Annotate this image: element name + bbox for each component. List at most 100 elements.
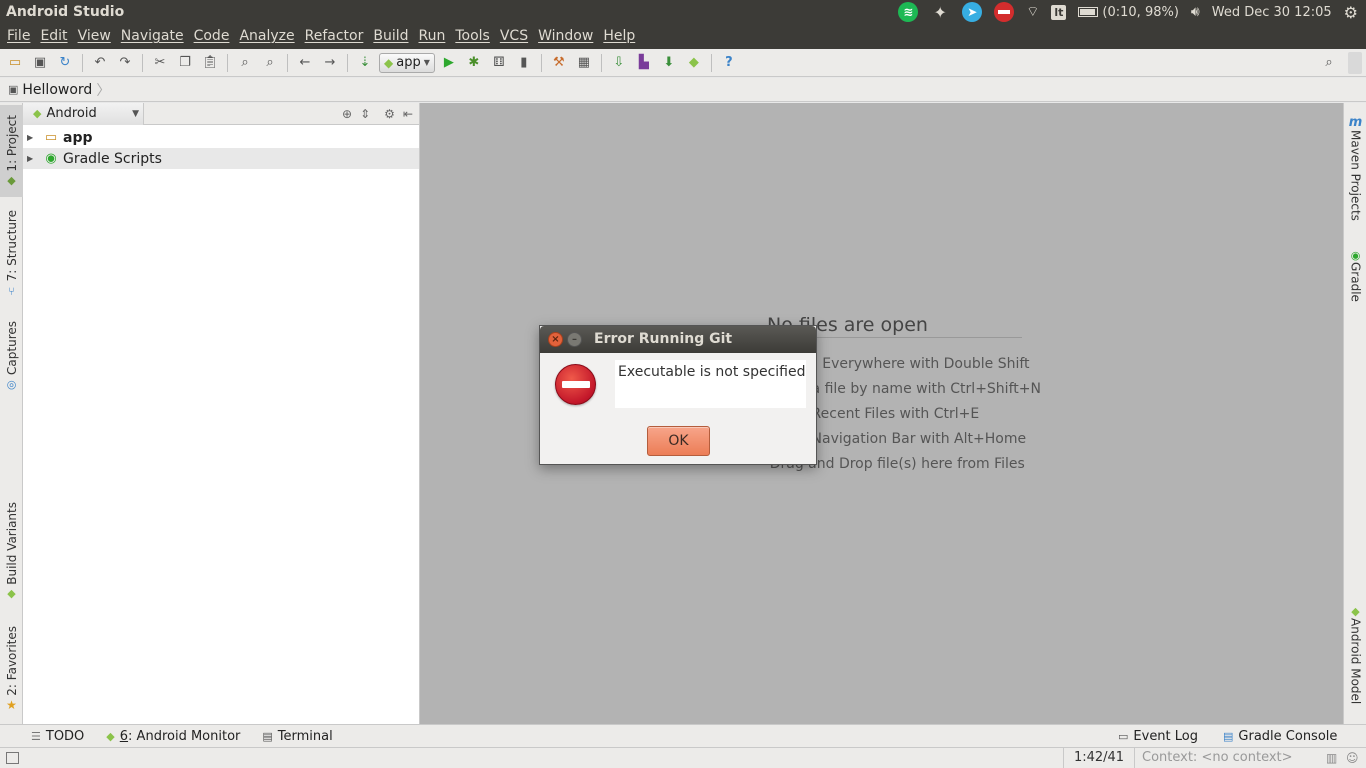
project-view-select[interactable]: ◆ Android ▼ — [23, 102, 144, 125]
minimize-icon[interactable]: – — [567, 332, 582, 347]
project-module-icon: ▣ — [8, 83, 19, 96]
status-bar: 1:42/41 Context: <no context> ▥ ☺ — [0, 747, 1366, 768]
battery-icon — [1078, 7, 1099, 17]
toolbar-separator — [287, 53, 288, 72]
save-all-icon[interactable]: ▣ — [29, 52, 51, 74]
menu-refactor[interactable]: Refactor — [300, 24, 369, 49]
redo-icon[interactable]: ↷ — [114, 52, 136, 74]
find-icon[interactable]: ⌕ — [234, 52, 256, 74]
collapse-all-icon[interactable]: ⇕ — [360, 107, 370, 121]
tab-gradle[interactable]: ◉ Gradle — [1344, 249, 1366, 302]
android-icon: ◆ — [106, 729, 115, 743]
tab-project[interactable]: 1: Project ◆ — [0, 105, 23, 197]
menu-edit[interactable]: Edit — [35, 24, 72, 49]
tab-android-monitor[interactable]: ◆ 6: Android Monitor — [95, 725, 251, 748]
left-tool-strip: 1: Project ◆ 7: Structure ⑂ Captures ◎ B… — [0, 103, 23, 724]
system-tray: ≋ ✦ ➤ ⌔ lt (0:10, 98%) 🔊︎ Wed Dec 30 12:… — [898, 0, 1366, 24]
android-icon: ◆ — [384, 55, 394, 70]
back-icon[interactable]: ← — [294, 52, 316, 74]
close-icon[interactable]: × — [548, 332, 563, 347]
keyboard-layout-indicator[interactable]: lt — [1051, 4, 1067, 20]
run-icon[interactable]: ▶ — [438, 52, 460, 74]
avd-manager-icon[interactable]: ▦ — [573, 52, 595, 74]
chevron-down-icon: ▼ — [423, 58, 430, 67]
todo-icon: ☰ — [31, 729, 41, 743]
toolbar-scrollbar[interactable] — [1348, 51, 1362, 74]
wifi-icon[interactable]: ⌔ — [1026, 3, 1039, 21]
menu-navigate[interactable]: Navigate — [116, 24, 189, 49]
navigation-bar: ▣ Helloword 〉 — [0, 78, 1366, 102]
paste-icon[interactable]: 📋︎ — [199, 52, 221, 74]
tool-windows-toggle-icon[interactable] — [6, 752, 19, 764]
volume-icon[interactable]: 🔊︎ — [1191, 4, 1200, 20]
expand-arrow-icon[interactable]: ▶ — [27, 133, 37, 142]
spotify-icon[interactable]: ≋ — [898, 2, 919, 22]
tab-todo[interactable]: ☰ TODO — [20, 725, 95, 748]
lock-icon[interactable]: ▥ — [1326, 751, 1337, 765]
caret-position[interactable]: 1:42/41 — [1063, 748, 1135, 768]
tab-event-log[interactable]: ▭ Event Log — [1107, 725, 1209, 748]
do-not-disturb-icon[interactable] — [994, 2, 1015, 22]
settings-gear-icon[interactable]: ⚙ — [384, 107, 395, 121]
copy-icon[interactable]: ❐ — [174, 52, 196, 74]
tree-item-app[interactable]: ▶ ▭ app — [23, 127, 419, 148]
attach-debugger-icon[interactable]: ⚅ — [488, 52, 510, 74]
menu-code[interactable]: Code — [189, 24, 235, 49]
dialog-titlebar[interactable]: × – Error Running Git — [540, 326, 816, 353]
tab-gradle-console[interactable]: ▤ Gradle Console — [1212, 725, 1348, 748]
tab-build-variants[interactable]: Build Variants ◆ — [0, 499, 23, 603]
gradle-sync-icon[interactable]: ⇩ — [608, 52, 630, 74]
tab-android-model[interactable]: ◆ Android Model — [1344, 605, 1366, 704]
tree-item-gradle-scripts[interactable]: ▶ ◉ Gradle Scripts — [23, 148, 419, 169]
project-tool-window: ◆ Android ▼ ⊕ ⇕ ⚙ ⇤ ▶ ▭ app ▶ ◉ Gradle S… — [23, 102, 420, 724]
undo-icon[interactable]: ↶ — [89, 52, 111, 74]
menu-view[interactable]: View — [73, 24, 116, 49]
tab-maven-projects[interactable]: m Maven Projects — [1344, 115, 1366, 221]
menu-window[interactable]: Window — [533, 24, 598, 49]
project-structure-icon[interactable]: ⚒ — [548, 52, 570, 74]
event-log-icon: ▭ — [1118, 730, 1129, 743]
sync-icon[interactable]: ↻ — [54, 52, 76, 74]
tab-favorites[interactable]: 2: Favorites ★ — [0, 623, 23, 715]
android-monitor-icon[interactable]: ◆ — [683, 52, 705, 74]
dropbox-icon[interactable]: ✦ — [930, 2, 950, 22]
menu-file[interactable]: File — [2, 24, 35, 49]
context-indicator[interactable]: Context: <no context> — [1142, 748, 1293, 768]
sdk-manager-icon[interactable]: ⬇ — [658, 52, 680, 74]
ok-button[interactable]: OK — [647, 426, 710, 456]
tab-build-variants-label: Build Variants — [4, 501, 19, 585]
replace-icon[interactable]: ⌕ — [259, 52, 281, 74]
help-icon[interactable]: ? — [718, 52, 740, 74]
apply-changes-icon[interactable]: ▮ — [513, 52, 535, 74]
tab-terminal[interactable]: ▤ Terminal — [251, 725, 343, 748]
inspector-icon[interactable]: ☺ — [1346, 751, 1359, 765]
structure-icon: ⑂ — [8, 284, 15, 298]
settings-gear-icon[interactable]: ⚙ — [1344, 3, 1358, 22]
menu-vcs[interactable]: VCS — [495, 24, 533, 49]
run-config-select[interactable]: ◆ app ▼ — [379, 52, 435, 73]
battery-text: (0:10, 98%) — [1102, 4, 1179, 20]
search-everywhere-icon[interactable]: ⌕ — [1318, 52, 1340, 74]
clock[interactable]: Wed Dec 30 12:05 — [1212, 5, 1332, 20]
menu-analyze[interactable]: Analyze — [234, 24, 299, 49]
menu-build[interactable]: Build — [368, 24, 413, 49]
breadcrumb-project[interactable]: Helloword — [22, 82, 92, 98]
tab-structure[interactable]: 7: Structure ⑂ — [0, 207, 23, 301]
open-folder-icon[interactable]: ▭ — [4, 52, 26, 74]
make-project-icon[interactable]: ⇣ — [354, 52, 376, 74]
debug-icon[interactable]: ✱ — [463, 52, 485, 74]
tab-android-monitor-label: 6: Android Monitor — [120, 729, 241, 744]
device-monitor-icon[interactable]: ▙ — [633, 52, 655, 74]
scroll-from-source-icon[interactable]: ⊕ — [342, 107, 352, 121]
battery-indicator[interactable]: (0:10, 98%) — [1078, 5, 1179, 20]
tab-captures[interactable]: Captures ◎ — [0, 317, 23, 395]
tab-project-label: 1: Project — [4, 114, 19, 172]
menu-run[interactable]: Run — [414, 24, 451, 49]
forward-icon[interactable]: → — [319, 52, 341, 74]
menu-help[interactable]: Help — [598, 24, 640, 49]
telegram-icon[interactable]: ➤ — [962, 2, 983, 22]
menu-tools[interactable]: Tools — [450, 24, 495, 49]
expand-arrow-icon[interactable]: ▶ — [27, 154, 37, 163]
cut-icon[interactable]: ✂ — [149, 52, 171, 74]
hide-panel-icon[interactable]: ⇤ — [403, 107, 413, 121]
